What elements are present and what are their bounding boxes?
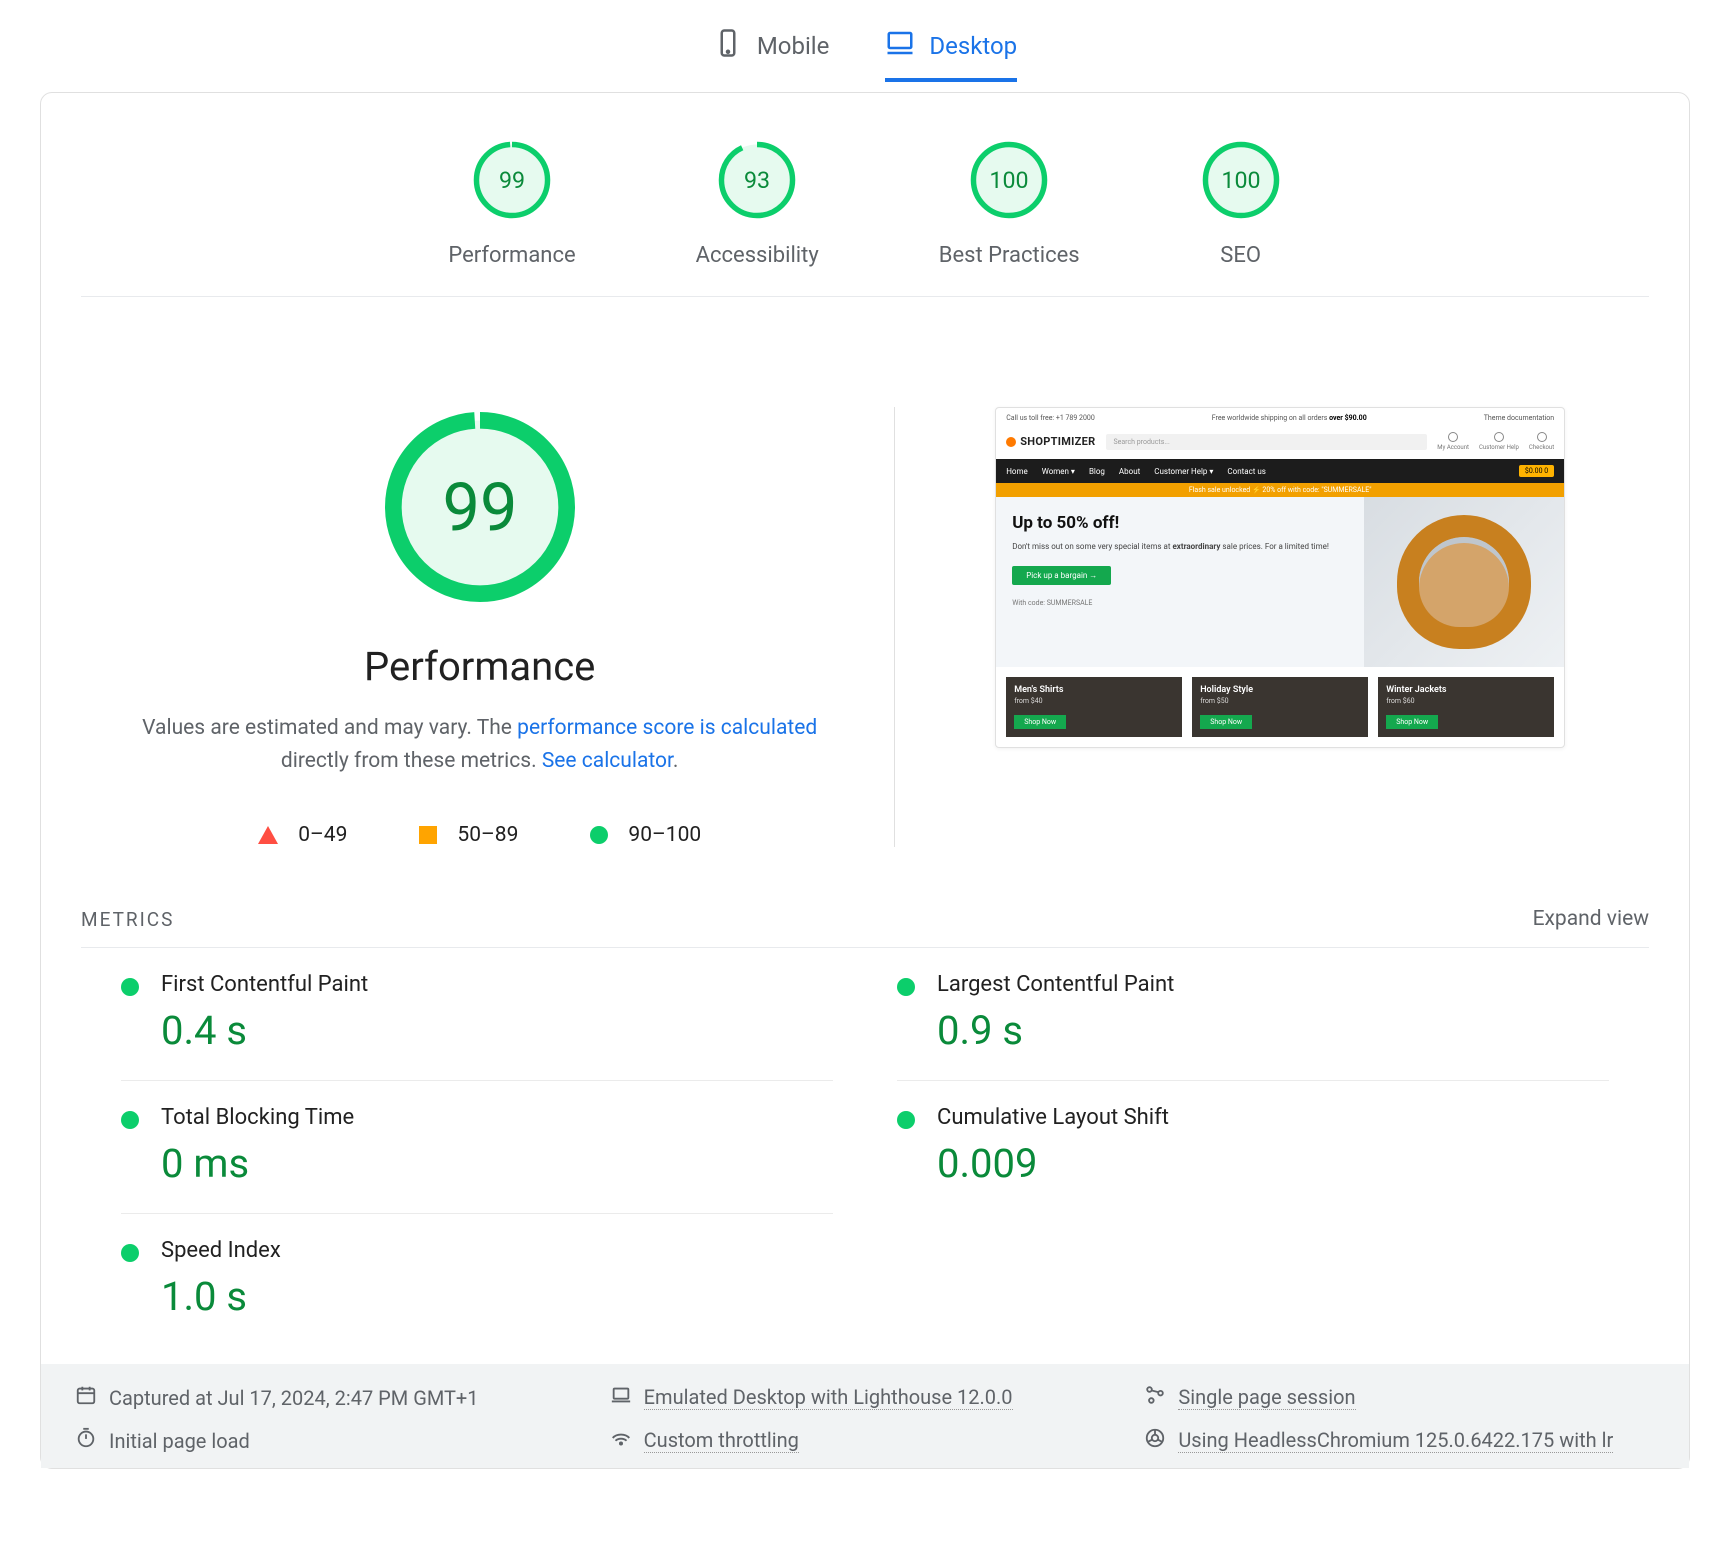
footer-browser[interactable]: Using HeadlessChromium 125.0.6422.175 wi…	[1144, 1427, 1655, 1454]
score-legend: 0–49 50–89 90–100	[258, 823, 701, 847]
metric-name: Cumulative Layout Shift	[937, 1105, 1169, 1130]
expand-view-toggle[interactable]: Expand view	[1533, 907, 1649, 931]
gauge-label: Accessibility	[696, 243, 819, 268]
performance-summary: 99 Performance Values are estimated and …	[105, 407, 895, 847]
metric-value: 1.0 s	[161, 1273, 281, 1320]
status-dot-icon	[897, 978, 915, 996]
gauge-circle-icon: 99	[471, 139, 553, 221]
gauge-label: Best Practices	[939, 243, 1080, 268]
category-gauges: 99 Performance 93 Accessibility 100 Best…	[81, 131, 1649, 297]
gauge-best-practices[interactable]: 100 Best Practices	[939, 139, 1080, 268]
metrics-title: METRICS	[81, 908, 174, 931]
gauge-label: SEO	[1220, 243, 1261, 268]
metric-value: 0.4 s	[161, 1007, 368, 1054]
gauge-score: 99	[499, 166, 525, 194]
footer-session[interactable]: Single page session	[1144, 1384, 1655, 1411]
nodes-icon	[1144, 1384, 1166, 1411]
footer-captured: Captured at Jul 17, 2024, 2:47 PM GMT+1	[75, 1384, 586, 1411]
report-card: 99 Performance 93 Accessibility 100 Best…	[40, 92, 1690, 1469]
gauge-circle-icon: 93	[716, 139, 798, 221]
gauge-accessibility[interactable]: 93 Accessibility	[696, 139, 819, 268]
shop-nav: HomeWomen ▾BlogAboutCustomer Help ▾Conta…	[996, 459, 1564, 483]
circle-icon	[590, 826, 608, 844]
footer-throttling[interactable]: Custom throttling	[610, 1427, 1121, 1454]
tab-desktop-label: Desktop	[929, 32, 1017, 60]
triangle-icon	[258, 826, 278, 844]
footer-emulated[interactable]: Emulated Desktop with Lighthouse 12.0.0	[610, 1384, 1121, 1411]
status-dot-icon	[121, 978, 139, 996]
metric-name: Total Blocking Time	[161, 1105, 354, 1130]
performance-title: Performance	[364, 643, 595, 690]
gauge-seo[interactable]: 100 SEO	[1200, 139, 1282, 268]
link-see-calculator[interactable]: See calculator	[542, 749, 673, 773]
performance-section: 99 Performance Values are estimated and …	[41, 297, 1689, 895]
screenshot-thumbnail[interactable]: Call us toll free: +1 789 2000 Free worl…	[995, 407, 1565, 748]
gauge-label: Performance	[448, 243, 575, 268]
hero-person-image	[1364, 497, 1564, 667]
shop-search: Search products...	[1106, 434, 1428, 450]
metric-name: Speed Index	[161, 1238, 281, 1263]
device-tabs: Mobile Desktop	[40, 0, 1690, 92]
chrome-icon	[1144, 1427, 1166, 1454]
gauge-circle-icon: 100	[968, 139, 1050, 221]
gauge-circle-icon: 100	[1200, 139, 1282, 221]
legend-good: 90–100	[590, 823, 701, 847]
metric-value: 0.009	[937, 1140, 1169, 1187]
tab-desktop[interactable]: Desktop	[885, 28, 1017, 82]
legend-avg: 50–89	[419, 823, 518, 847]
tab-mobile[interactable]: Mobile	[713, 28, 830, 82]
metric-fcp[interactable]: First Contentful Paint 0.4 s	[121, 948, 833, 1081]
shop-logo: SHOPTIMIZER	[1006, 435, 1095, 448]
calendar-icon	[75, 1384, 97, 1411]
metric-value: 0.9 s	[937, 1007, 1174, 1054]
tab-mobile-label: Mobile	[757, 32, 830, 60]
gauge-performance[interactable]: 99 Performance	[448, 139, 575, 268]
legend-fail: 0–49	[258, 823, 347, 847]
status-dot-icon	[897, 1111, 915, 1129]
metric-lcp[interactable]: Largest Contentful Paint 0.9 s	[897, 948, 1609, 1081]
page-screenshot: Call us toll free: +1 789 2000 Free worl…	[935, 407, 1625, 748]
status-dot-icon	[121, 1244, 139, 1262]
gauge-score: 100	[1221, 166, 1260, 194]
metric-name: First Contentful Paint	[161, 972, 368, 997]
metrics-grid: First Contentful Paint 0.4 s Largest Con…	[81, 947, 1649, 1346]
footer-initial: Initial page load	[75, 1427, 586, 1454]
gauge-score: 93	[744, 166, 770, 194]
performance-gauge-large-icon: 99	[380, 407, 580, 607]
metric-cls[interactable]: Cumulative Layout Shift 0.009	[897, 1081, 1609, 1214]
status-dot-icon	[121, 1111, 139, 1129]
metric-value: 0 ms	[161, 1140, 354, 1187]
metric-name: Largest Contentful Paint	[937, 972, 1174, 997]
network-icon	[610, 1427, 632, 1454]
metrics-header: METRICS Expand view	[41, 907, 1689, 931]
metric-tbt[interactable]: Total Blocking Time 0 ms	[121, 1081, 833, 1214]
mobile-icon	[713, 28, 743, 64]
gauge-score: 100	[990, 166, 1029, 194]
run-environment-footer: Captured at Jul 17, 2024, 2:47 PM GMT+1 …	[41, 1364, 1689, 1468]
desktop-icon	[885, 28, 915, 64]
square-icon	[419, 826, 437, 844]
timer-icon	[75, 1427, 97, 1454]
performance-description: Values are estimated and may vary. The p…	[130, 712, 830, 777]
metric-si[interactable]: Speed Index 1.0 s	[121, 1214, 833, 1346]
laptop-icon	[610, 1384, 632, 1411]
link-score-calc[interactable]: performance score is calculated	[517, 716, 817, 740]
performance-big-score: 99	[442, 469, 517, 547]
